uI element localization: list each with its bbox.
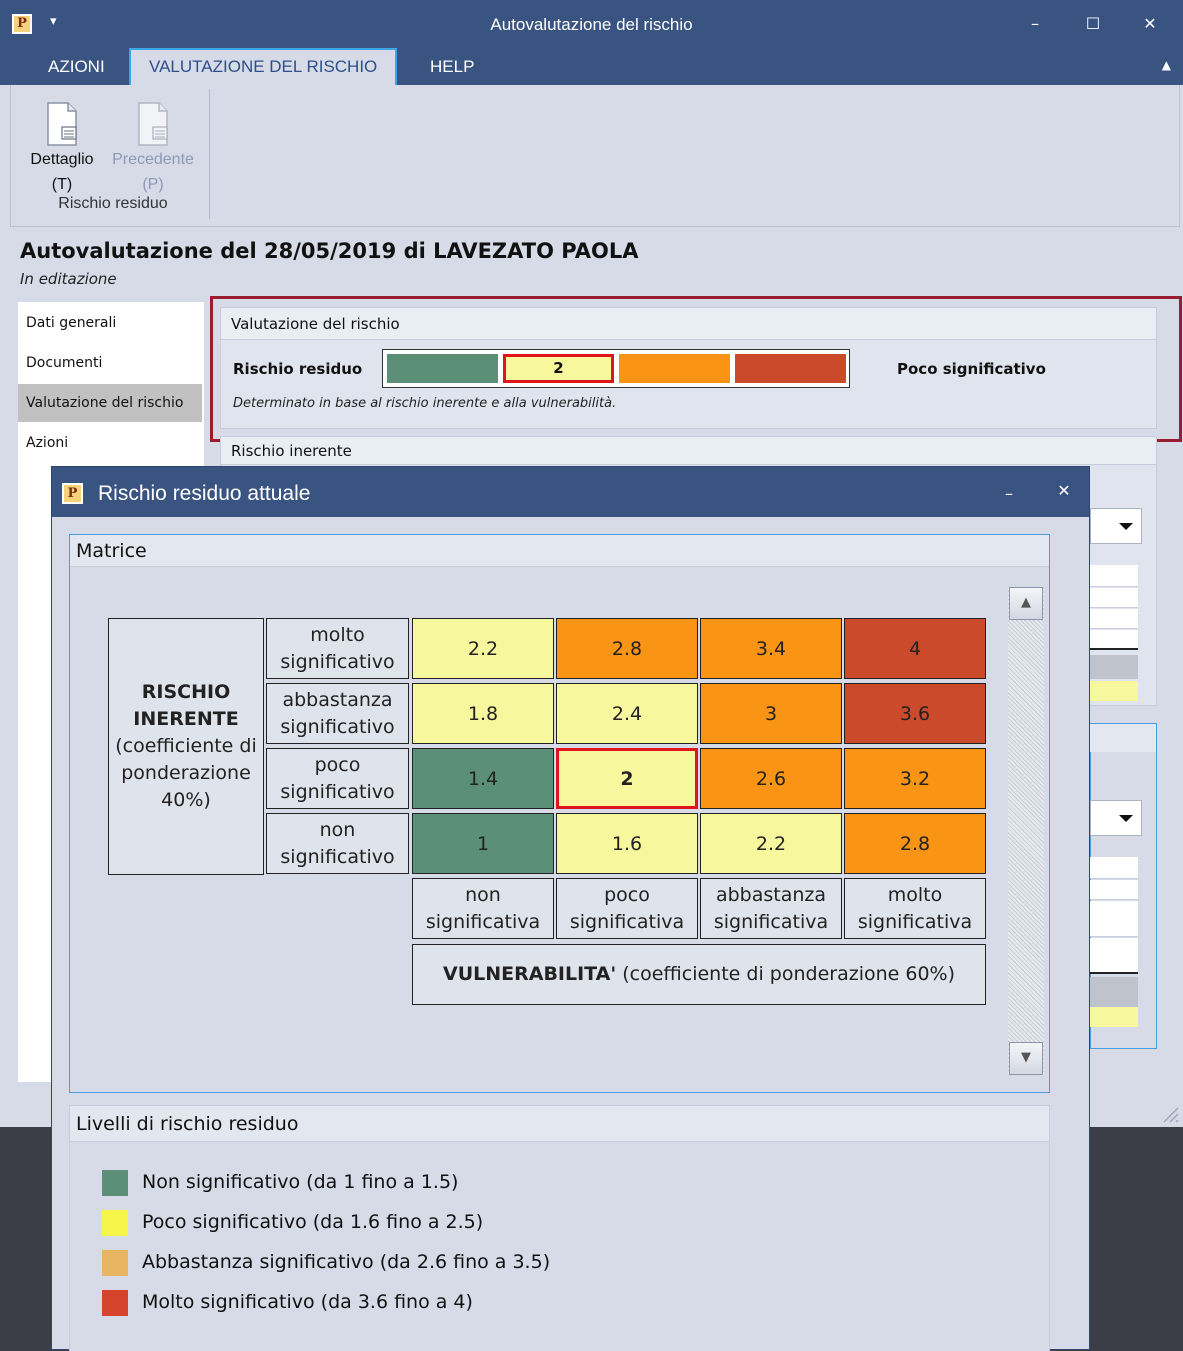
background-row xyxy=(1090,880,1138,900)
dialog-title: Rischio residuo attuale xyxy=(98,482,311,505)
matrix-cell[interactable]: 2.8 xyxy=(844,813,986,874)
chevron-down-icon xyxy=(1119,815,1133,822)
sidebar-item-dati-generali[interactable]: Dati generali xyxy=(18,304,202,342)
matrix-cell[interactable]: 1.6 xyxy=(556,813,698,874)
matrix-cell[interactable]: 2.2 xyxy=(412,618,554,679)
background-row xyxy=(1090,857,1138,879)
row-label: poco significativo xyxy=(266,748,409,809)
matrix-header: Matrice xyxy=(70,535,1049,567)
app-logo-icon: P xyxy=(62,483,83,504)
column-label: poco significativa xyxy=(556,878,698,939)
column-label: molto significativa xyxy=(844,878,986,939)
scroll-down-button[interactable]: ▼ xyxy=(1009,1042,1043,1075)
levels-panel: Livelli di rischio residuo Non significa… xyxy=(69,1105,1050,1351)
rischio-inerente-header: Rischio inerente xyxy=(221,437,1156,465)
precedente-button[interactable]: Precedente (P) xyxy=(110,93,196,197)
maximize-button[interactable]: ☐ xyxy=(1079,10,1107,38)
ribbon-group-label: Rischio residuo xyxy=(58,195,168,212)
background-dropdown[interactable] xyxy=(1090,800,1142,836)
close-button[interactable]: ✕ xyxy=(1136,10,1164,38)
background-dropdown[interactable] xyxy=(1090,508,1142,544)
matrix-scrollbar[interactable]: ▲ ▼ xyxy=(1008,587,1044,1075)
legend-label: Non significativo (da 1 fino a 1.5) xyxy=(142,1171,459,1193)
matrix-cell[interactable]: 1.8 xyxy=(412,683,554,744)
window-title: Autovalutazione del rischio xyxy=(490,15,693,34)
matrix-cell-selected[interactable]: 2 xyxy=(556,748,698,809)
legend-swatch xyxy=(102,1170,128,1196)
legend-label: Poco significativo (da 1.6 fino a 2.5) xyxy=(142,1211,484,1233)
matrix-cell[interactable]: 2.8 xyxy=(556,618,698,679)
document-icon xyxy=(138,102,168,146)
row-axis-subtitle: (coefficiente di ponderazione 40%) xyxy=(115,735,257,811)
background-row xyxy=(1090,655,1138,679)
page-title: Autovalutazione del 28/05/2019 di LAVEZA… xyxy=(20,239,639,263)
tab-valutazione-del-rischio[interactable]: VALUTAZIONE DEL RISCHIO xyxy=(129,48,398,85)
dettaglio-label: Dettaglio xyxy=(30,151,94,168)
row-label: abbastanza significativo xyxy=(266,683,409,744)
background-row xyxy=(1090,588,1138,608)
matrix-cell[interactable]: 3.4 xyxy=(700,618,842,679)
levels-header: Livelli di rischio residuo xyxy=(70,1106,1049,1142)
matrix-cell[interactable]: 3 xyxy=(700,683,842,744)
legend-swatch xyxy=(102,1290,128,1316)
rischio-residuo-dialog: P Rischio residuo attuale – ✕ Matrice RI… xyxy=(51,466,1090,1351)
row-label: molto significativo xyxy=(266,618,409,679)
col-axis-subtitle: (coefficiente di ponderazione 60%) xyxy=(616,963,956,985)
col-axis-title: VULNERABILITA' xyxy=(442,963,617,985)
sidebar-item-valutazione-del-rischio[interactable]: Valutazione del rischio xyxy=(18,384,202,422)
ribbon-body: Dettaglio (T) Precedente (P) Rischio res… xyxy=(10,85,1180,227)
background-row xyxy=(1090,938,1138,974)
row-label: non significativo xyxy=(266,813,409,874)
chevron-down-icon xyxy=(1119,523,1133,530)
tab-help[interactable]: HELP xyxy=(412,48,492,85)
background-panel-header xyxy=(1090,724,1156,752)
column-label: abbastanza significativa xyxy=(700,878,842,939)
document-icon xyxy=(47,102,77,146)
ribbon-collapse-icon[interactable]: ▲ xyxy=(1162,58,1171,72)
precedente-label: Precedente xyxy=(112,151,194,168)
matrix-cell[interactable]: 3.2 xyxy=(844,748,986,809)
legend-swatch xyxy=(102,1210,128,1236)
legend-swatch xyxy=(102,1250,128,1276)
background-row xyxy=(1090,1007,1138,1027)
dettaglio-button[interactable]: Dettaglio (T) xyxy=(19,93,105,197)
background-row xyxy=(1090,977,1138,1007)
matrix-cell[interactable]: 3.6 xyxy=(844,683,986,744)
minimize-button[interactable]: – xyxy=(1021,10,1049,38)
ribbon-separator xyxy=(209,89,210,219)
legend-label: Molto significativo (da 3.6 fino a 4) xyxy=(142,1291,473,1313)
resize-grip-icon[interactable] xyxy=(1160,1104,1180,1124)
legend-label: Abbastanza significativo (da 2.6 fino a … xyxy=(142,1251,551,1273)
dialog-minimize-button[interactable]: – xyxy=(995,480,1023,508)
dialog-title-bar: P Rischio residuo attuale – ✕ xyxy=(52,467,1089,517)
matrix-cell[interactable]: 1 xyxy=(412,813,554,874)
matrix-cell[interactable]: 2.4 xyxy=(556,683,698,744)
row-axis-label: RISCHIO INERENTE (coefficiente di ponder… xyxy=(108,618,264,875)
ribbon-tabs: AZIONI VALUTAZIONE DEL RISCHIO HELP ▲ xyxy=(0,48,1183,85)
precedente-shortcut: (P) xyxy=(142,176,164,193)
title-bar: P ▾ Autovalutazione del rischio – ☐ ✕ xyxy=(0,0,1183,48)
dettaglio-shortcut: (T) xyxy=(51,176,73,193)
matrix-panel: Matrice RISCHIO INERENTE (coefficiente d… xyxy=(69,534,1050,1093)
matrix-cell[interactable]: 2.2 xyxy=(700,813,842,874)
col-axis-label: VULNERABILITA' (coefficiente di ponderaz… xyxy=(412,944,986,1005)
background-row xyxy=(1090,630,1138,650)
column-label: non significativa xyxy=(412,878,554,939)
tab-azioni[interactable]: AZIONI xyxy=(30,48,123,85)
sidebar-item-azioni[interactable]: Azioni xyxy=(18,424,202,462)
matrix-cell[interactable]: 2.6 xyxy=(700,748,842,809)
background-row xyxy=(1090,609,1138,629)
background-row xyxy=(1090,565,1138,587)
matrix-cell[interactable]: 4 xyxy=(844,618,986,679)
background-row xyxy=(1090,901,1138,937)
background-row xyxy=(1090,681,1138,701)
sidebar-item-documenti[interactable]: Documenti xyxy=(18,344,202,382)
scroll-up-button[interactable]: ▲ xyxy=(1009,587,1043,620)
matrix-cell[interactable]: 1.4 xyxy=(412,748,554,809)
row-axis-title: RISCHIO INERENTE xyxy=(133,681,239,730)
dialog-close-button[interactable]: ✕ xyxy=(1050,477,1078,505)
page-status: In editazione xyxy=(20,270,117,288)
highlight-frame xyxy=(210,296,1182,442)
